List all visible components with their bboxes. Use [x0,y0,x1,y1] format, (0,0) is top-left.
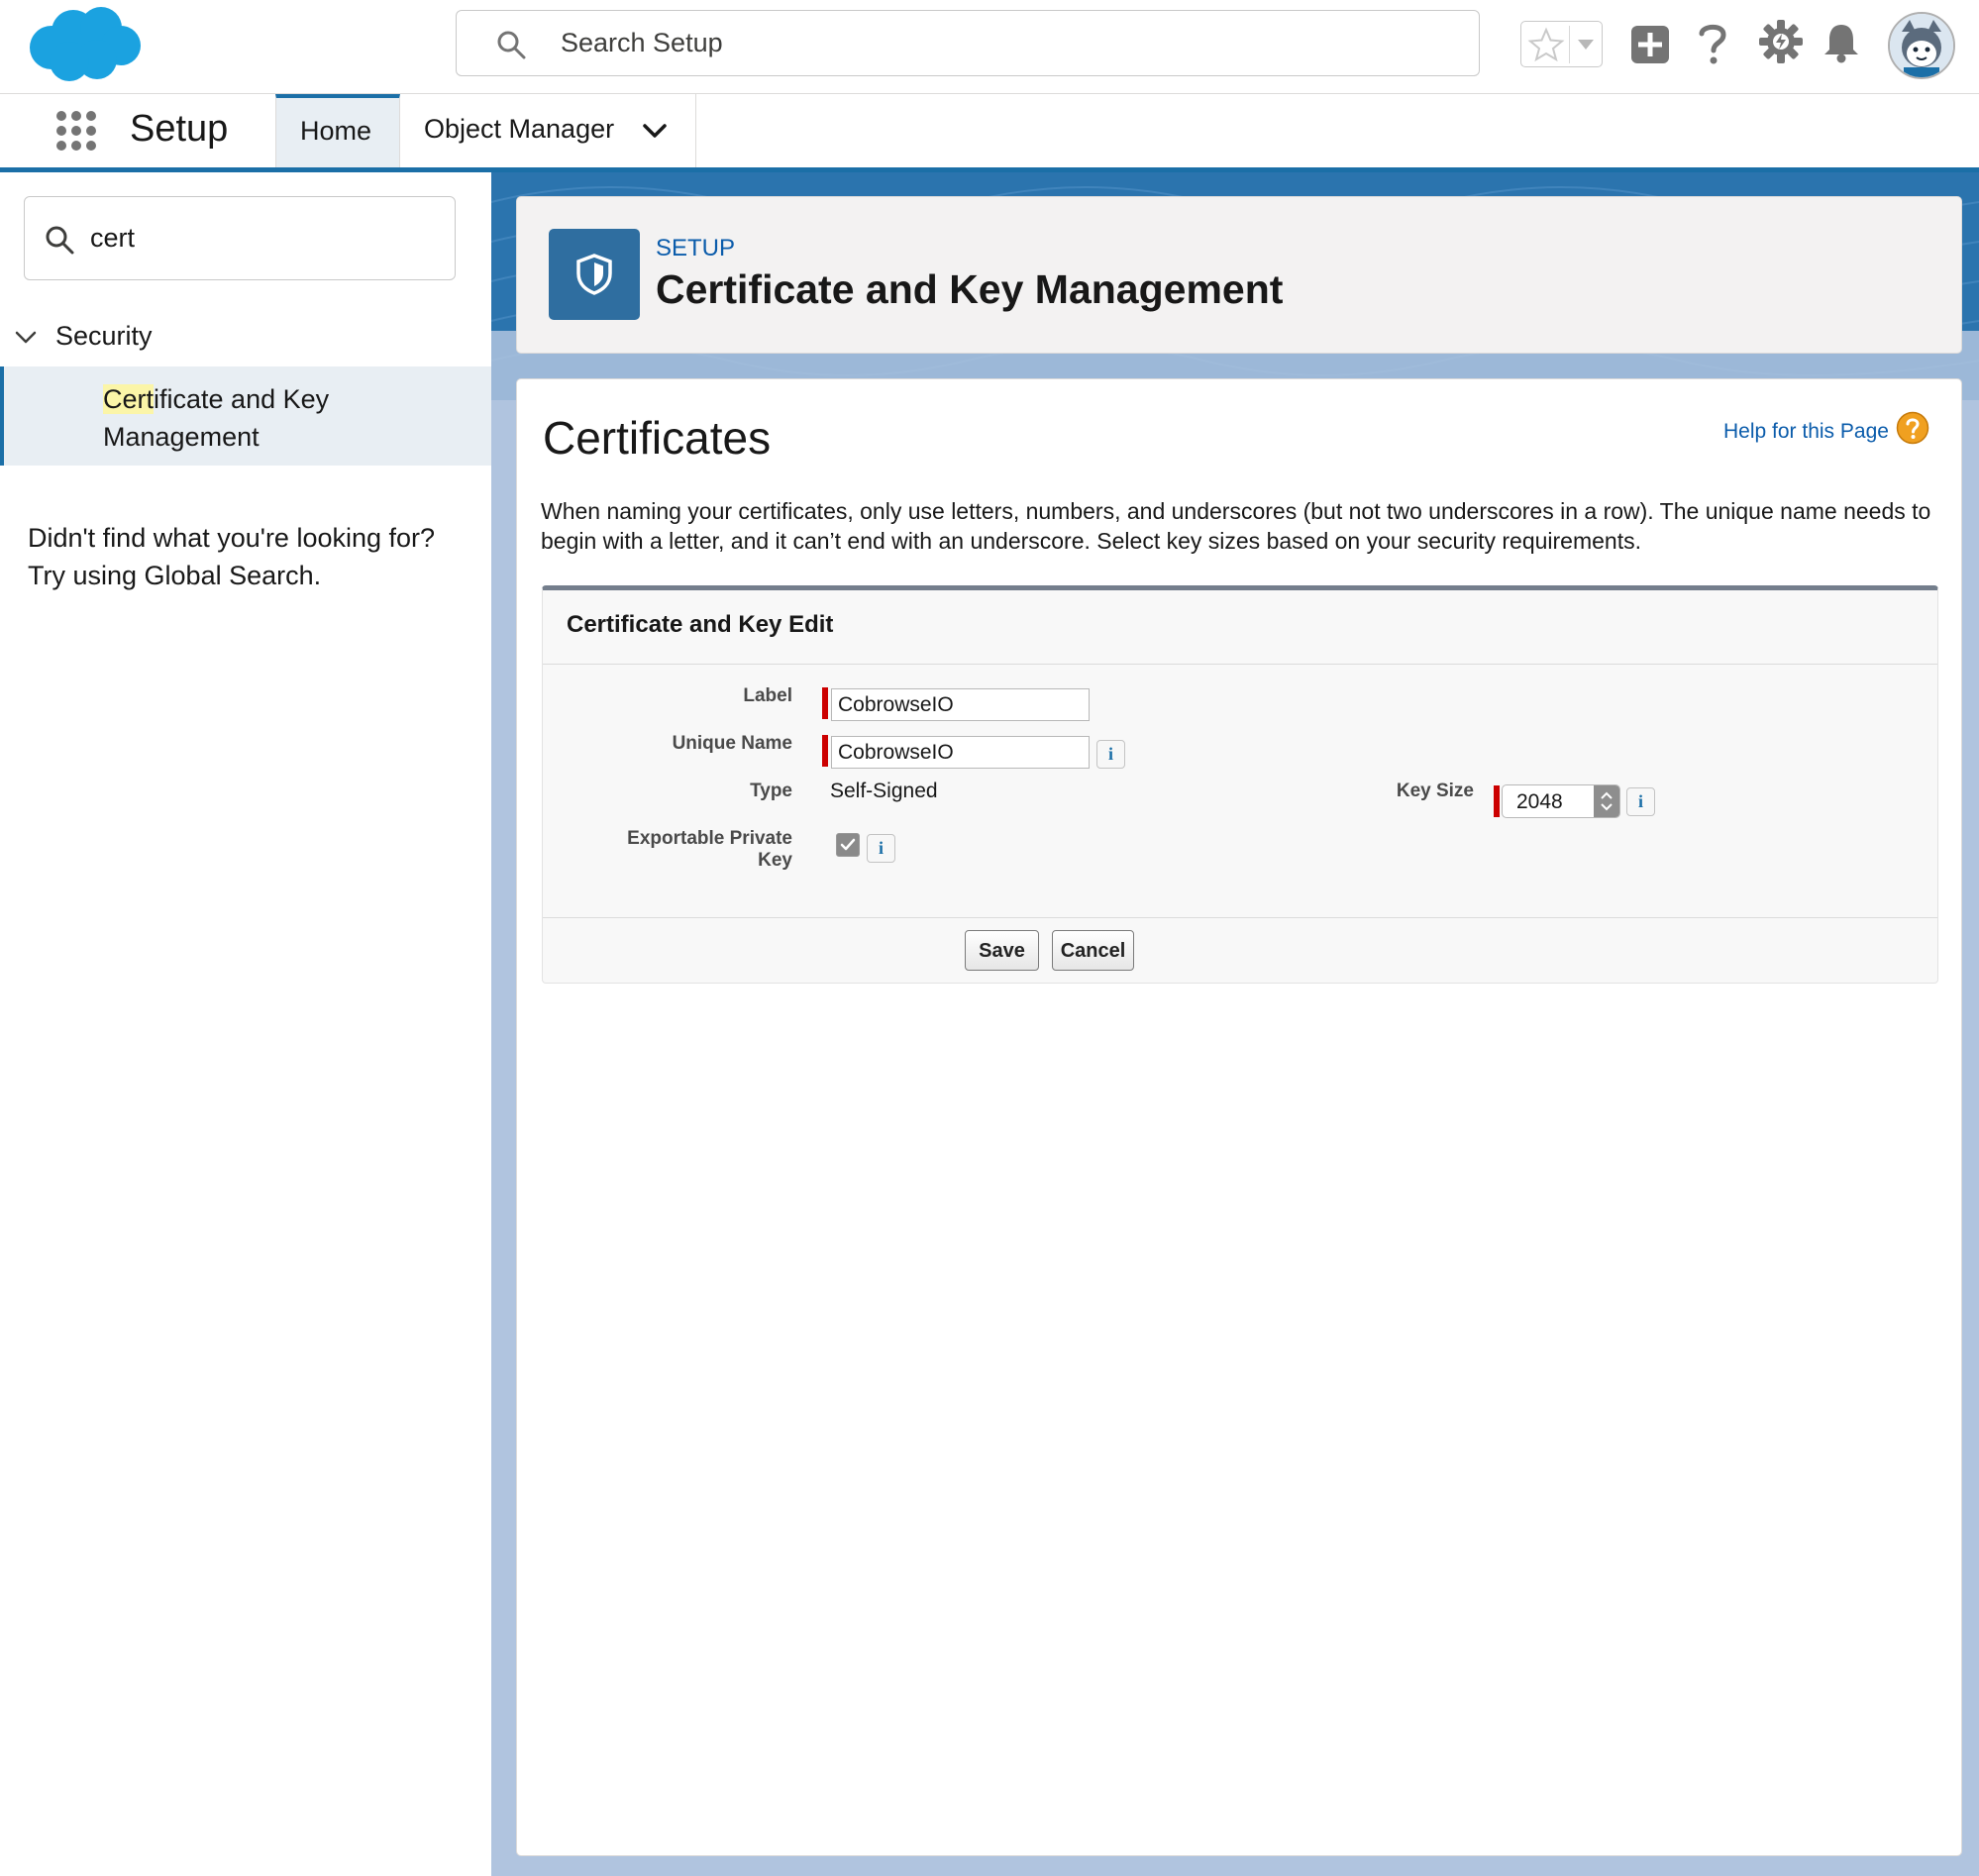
not-found-message: Didn't find what you're looking for? Try… [28,519,464,594]
quick-find-input[interactable]: cert [24,196,456,280]
key-size-value: 2048 [1516,790,1563,813]
not-found-line1: Didn't find what you're looking for? [28,523,436,553]
unique-name-field-label: Unique Name [672,733,792,754]
tree-section-label: Security [55,321,153,351]
favorites-button[interactable] [1520,21,1603,67]
quick-find-value: cert [90,223,136,253]
search-icon [46,226,74,255]
type-value: Self-Signed [830,780,938,802]
certificate-edit-form: Certificate and Key Edit Label Unique Na… [542,585,1938,984]
chevron-down-icon[interactable] [642,122,668,140]
chevron-down-icon [15,331,37,344]
user-avatar[interactable] [1888,12,1955,79]
shield-icon [576,254,612,295]
info-icon: i [1107,744,1113,764]
required-indicator [822,687,828,719]
global-actions-plus-icon[interactable] [1630,25,1670,64]
form-header: Certificate and Key Edit [543,590,1937,665]
tree-section-security[interactable]: Security [14,319,479,359]
up-down-chevron-icon [1601,791,1613,811]
not-found-line2: Try using Global Search. [28,561,322,590]
search-placeholder: Search Setup [561,28,723,57]
astro-avatar-icon [1890,14,1953,77]
page-header-icon-tile [549,229,640,320]
help-for-this-page-link[interactable]: Help for this Page [1723,420,1889,444]
unique-name-input[interactable] [831,736,1090,769]
tab-home-label: Home [300,116,372,146]
required-indicator [822,735,828,767]
favorites-divider [1569,26,1570,63]
form-title: Certificate and Key Edit [567,611,834,638]
setup-sidebar: cert Security Certificate and Key Manage… [0,172,491,1876]
app-launcher-icon[interactable] [55,110,97,152]
key-size-field-label: Key Size [1396,781,1474,801]
exportable-label-line2: Key [758,850,792,871]
save-button[interactable]: Save [965,930,1039,971]
intro-text: When naming your certificates, only use … [541,498,1931,554]
tab-home[interactable]: Home [275,94,400,167]
exportable-private-key-checkbox[interactable] [836,833,860,857]
sidebar-item-label: Certificate and Key Management [103,380,460,456]
page-header: SETUP Certificate and Key Management [516,196,1962,354]
unique-name-info-button[interactable]: i [1096,740,1125,769]
notifications-bell-icon[interactable] [1823,22,1860,63]
setup-gear-icon[interactable] [1759,20,1803,63]
exportable-info-button[interactable]: i [867,834,895,863]
global-header: Search Setup [0,0,1979,94]
global-search-box[interactable]: Search Setup [456,10,1480,76]
star-icon [1527,27,1565,62]
page-title: Certificates [543,412,772,464]
label-field-label: Label [743,685,792,706]
help-circle-icon[interactable] [1896,411,1929,445]
main-content: Certificates Help for this Page When nam… [516,378,1962,1856]
required-indicator [1494,785,1500,817]
tab-object-manager-label: Object Manager [424,114,615,144]
info-icon: i [1637,791,1643,811]
type-field-label: Type [750,781,792,801]
page-header-title: Certificate and Key Management [656,266,1284,312]
select-spinner [1594,785,1619,817]
tab-object-manager[interactable]: Object Manager [400,94,696,167]
sidebar-item-certificate-and-key-management[interactable]: Certificate and Key Management [0,366,491,466]
help-icon[interactable] [1698,22,1727,65]
caret-down-icon[interactable] [1577,38,1595,52]
page-header-eyebrow: SETUP [656,235,736,261]
exportable-private-key-field-label: Exportable Private Key [543,828,792,872]
form-footer: Save Cancel [543,917,1937,984]
exportable-label-line1: Exportable Private [627,828,792,849]
info-icon: i [878,838,884,858]
app-name: Setup [130,108,229,150]
search-match-highlight: Cert [103,384,155,414]
context-bar: Setup Home Object Manager [0,94,1979,167]
key-size-info-button[interactable]: i [1626,787,1655,816]
checkmark-icon [840,838,856,851]
search-icon [497,31,526,59]
salesforce-logo-icon[interactable] [26,4,143,85]
label-input[interactable] [831,688,1090,721]
key-size-select[interactable]: 2048 [1502,784,1620,818]
cancel-button[interactable]: Cancel [1052,930,1134,971]
